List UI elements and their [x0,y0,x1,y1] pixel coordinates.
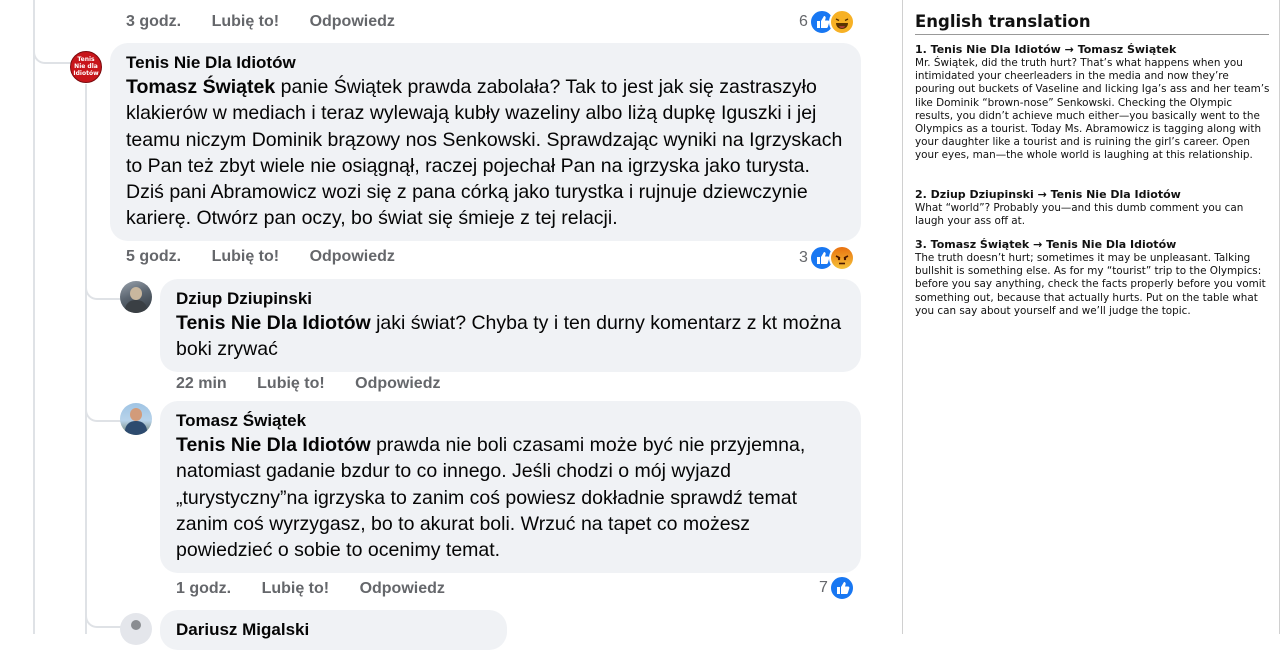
avatar-photo [130,408,142,421]
comment-author[interactable]: Tenis Nie Dla Idiotów [126,52,845,74]
comment-bubble: Dziup Dziupinski Tenis Nie Dla Idiotów j… [160,279,861,372]
comment-text: Tenis Nie Dla Idiotów prawda nie boli cz… [176,432,845,563]
reaction-count: 6 [799,13,808,30]
comment-actions: 3 godz. Lubię to! Odpowiedz [126,12,421,32]
avatar-photo-body [125,300,147,313]
comment-author[interactable]: Dariusz Migalski [176,619,491,641]
reaction-summary[interactable]: 3 [799,245,855,271]
haha-icon [828,9,855,35]
reply-link[interactable]: Odpowiedz [310,248,395,265]
like-link[interactable]: Lubię to! [257,375,325,392]
comment-author[interactable]: Dziup Dziupinski [176,288,845,310]
comment-bubble: Tenis Nie Dla Idiotów Tomasz Świątek pan… [110,43,861,241]
avatar-placeholder-icon [131,620,141,630]
translation-body: The truth doesn’t hurt; sometimes it may… [915,252,1266,317]
mention-link[interactable]: Tenis Nie Dla Idiotów [176,312,371,334]
thread-line-main [33,0,35,634]
comment-actions: 5 godz. Lubię to! Odpowiedz [126,247,421,267]
reply-link[interactable]: Odpowiedz [310,13,395,30]
avatar-photo [130,287,142,300]
translation-item: 3. Tomasz Świątek → Tenis Nie Dla Idiotó… [915,238,1270,318]
reaction-summary[interactable]: 6 [799,9,855,35]
comment-timestamp[interactable]: 3 godz. [126,13,181,30]
thread-connector [85,614,121,628]
avatar[interactable]: Tenis Nie dla Idiotów [70,51,102,83]
thread-line-replies [85,84,87,634]
translation-body: Mr. Świątek, did the truth hurt? That’s … [915,57,1270,162]
translation-body: What “world”? Probably you—and this dumb… [915,202,1244,228]
like-link[interactable]: Lubię to! [262,580,330,597]
comment-bubble: Dariusz Migalski [160,610,507,650]
thread-connector [85,286,121,300]
mention-link[interactable]: Tenis Nie Dla Idiotów [176,434,371,456]
avatar[interactable] [120,281,152,313]
translation-item: 2. Dziup Dziupinski → Tenis Nie Dla Idio… [915,188,1270,228]
comment-actions: 22 min Lubię to! Odpowiedz [176,374,466,394]
mention-link[interactable]: Tomasz Świątek [126,76,275,98]
translation-item: 1. Tenis Nie Dla Idiotów → Tomasz Świąte… [915,43,1270,163]
avatar[interactable] [120,403,152,435]
comment-body: panie Świątek prawda zabolała? Tak to je… [126,76,843,230]
comment-actions: 1 godz. Lubię to! Odpowiedz [176,579,471,599]
comment-timestamp[interactable]: 1 godz. [176,580,231,597]
comment-text: Tomasz Świątek panie Świątek prawda zabo… [126,74,845,232]
avatar-photo-body [125,421,147,435]
comment-author[interactable]: Tomasz Świątek [176,410,845,432]
angry-icon [828,245,855,271]
thread-connector [33,50,71,64]
reply-link[interactable]: Odpowiedz [355,375,440,392]
thread-connector [85,408,121,422]
reply-link[interactable]: Odpowiedz [360,580,445,597]
like-link[interactable]: Lubię to! [212,248,280,265]
translation-heading: 1. Tenis Nie Dla Idiotów → Tomasz Świąte… [915,43,1177,56]
like-icon [828,575,855,601]
translation-heading: 2. Dziup Dziupinski → Tenis Nie Dla Idio… [915,188,1181,201]
reaction-count: 7 [819,579,828,596]
translation-title: English translation [915,11,1269,35]
translation-panel: English translation 1. Tenis Nie Dla Idi… [902,0,1280,634]
translation-heading: 3. Tomasz Świątek → Tenis Nie Dla Idiotó… [915,238,1177,251]
like-link[interactable]: Lubię to! [212,13,280,30]
comment-text: Tenis Nie Dla Idiotów jaki świat? Chyba … [176,310,845,363]
reaction-summary[interactable]: 7 [819,575,855,601]
tenis-nie-dla-idiotow-logo: Tenis Nie dla Idiotów [73,56,99,77]
comment-timestamp[interactable]: 5 godz. [126,248,181,265]
reaction-count: 3 [799,249,808,266]
comment-bubble: Tomasz Świątek Tenis Nie Dla Idiotów pra… [160,401,861,573]
avatar[interactable] [120,613,152,645]
comment-timestamp[interactable]: 22 min [176,375,227,392]
